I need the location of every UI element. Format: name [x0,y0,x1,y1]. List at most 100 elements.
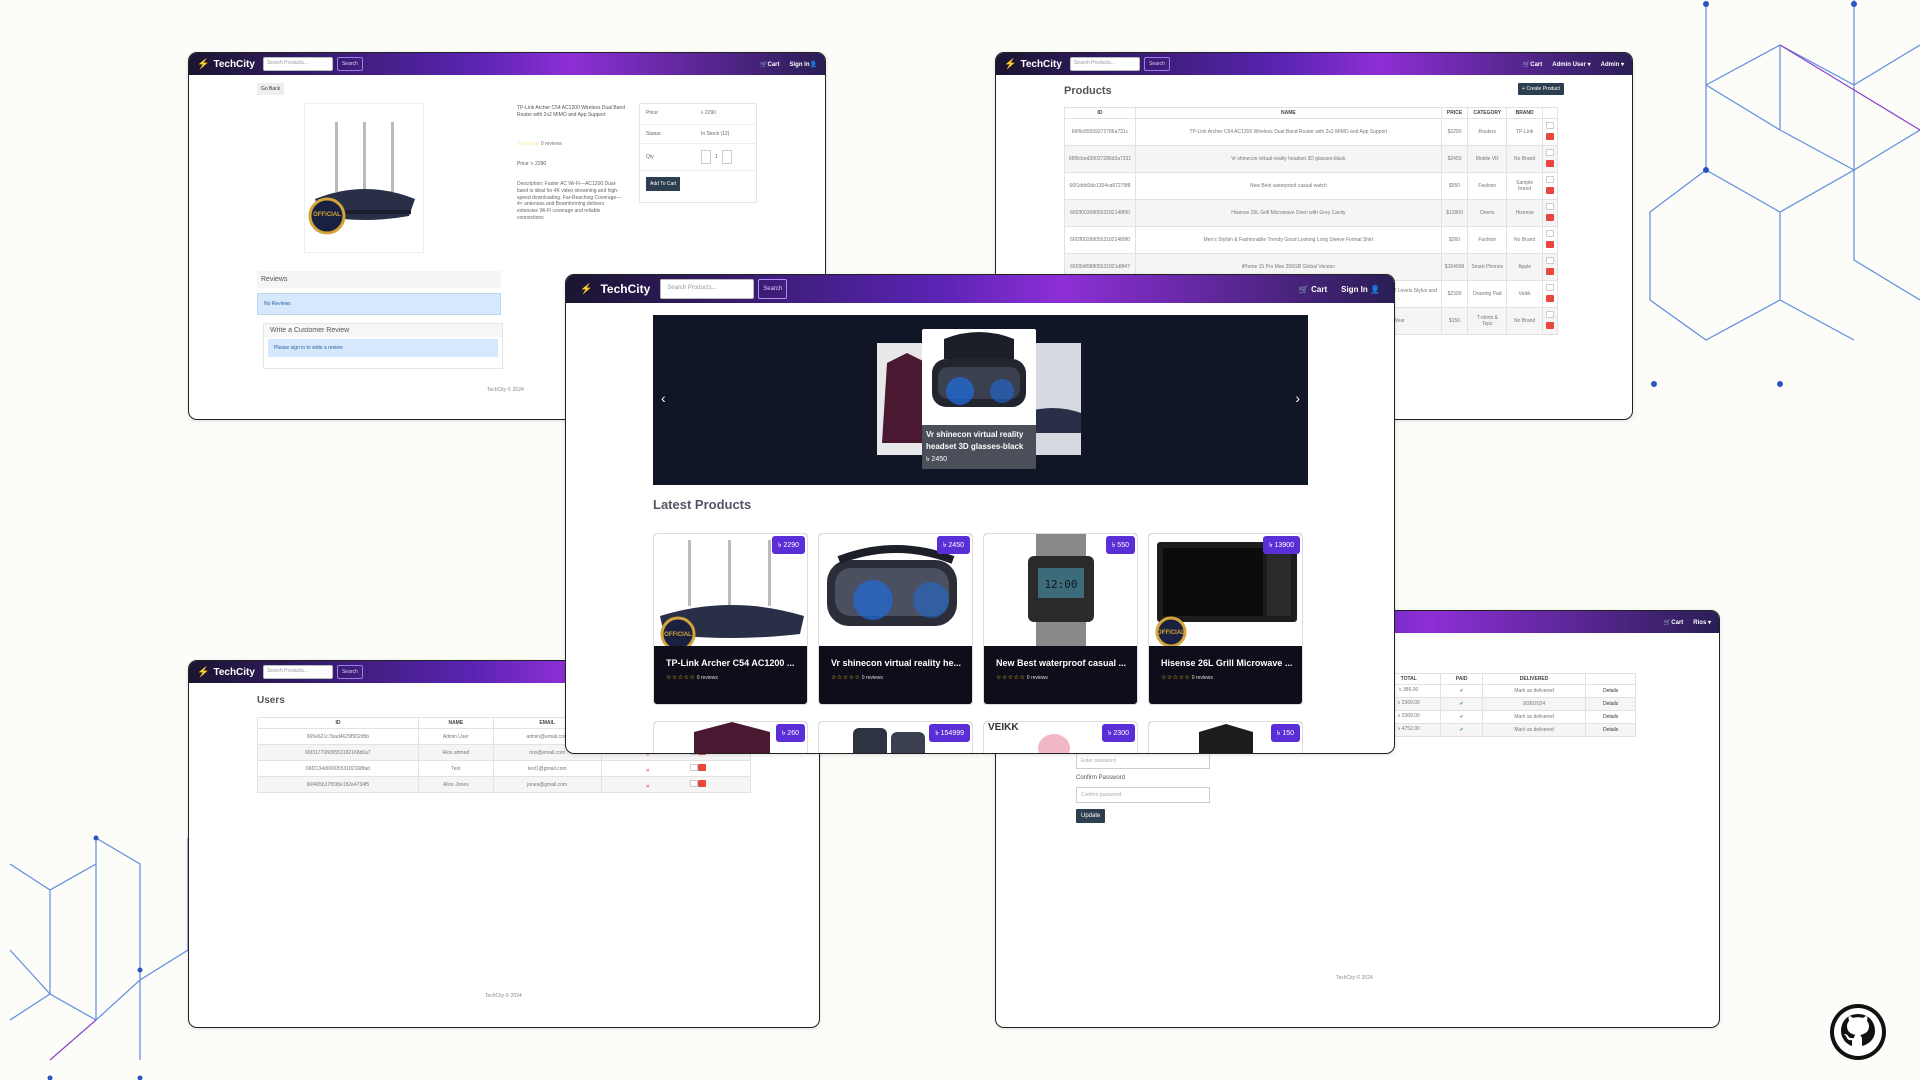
table-row: 66f2f003080553182148f90 Hisense 26L Grill… [1064,199,1559,227]
search-button[interactable]: Search [1143,57,1170,71]
github-icon[interactable] [1828,1002,1888,1062]
chevron-right-icon: › [1295,390,1300,406]
details-button[interactable]: Details [1585,684,1636,698]
product-card[interactable]: VEIKK ৳ 2300 [983,721,1138,753]
product-description: Description: Faster AC Wi-Fi—AC1200 Dual… [517,181,622,221]
product-card[interactable]: 12:00 ৳ 550 New Best waterproof casual .… [983,533,1138,705]
admin-user-dropdown[interactable]: Admin User ▾ [1552,61,1590,68]
edit-icon[interactable] [689,764,698,771]
row-actions [1541,118,1559,146]
svg-text:OFFICIAL: OFFICIAL [1157,630,1185,636]
brand-name: TechCity [213,58,255,70]
search-input[interactable]: Search Products... [660,279,755,299]
edit-icon[interactable] [1545,284,1554,291]
carousel-prev-button[interactable]: ‹ [661,390,666,406]
cart-link[interactable]: 🛒 Cart [1299,285,1327,294]
carousel: ‹ › Vr shinecon virtual reality headset … [653,315,1308,485]
trash-icon[interactable] [1545,187,1554,194]
table-cell: Mark as delivered [1481,723,1587,737]
carousel-next-button[interactable]: › [1295,390,1300,406]
product-name[interactable]: New Best waterproof casual ... [996,658,1129,668]
search-input[interactable]: Search Products... [262,57,333,71]
cart-link[interactable]: 🛒Cart [1523,61,1543,68]
details-button[interactable]: Details [1585,697,1636,711]
cart-link[interactable]: 🛒Cart [1664,619,1684,626]
navbar: ⚡ TechCity Search Products... Search 🛒Car… [189,53,825,75]
user-icon: 👤 [1370,284,1380,294]
confirm-password-field[interactable]: Confirm password [1076,787,1210,803]
product-card[interactable]: ৳ 154999 [818,721,973,753]
trash-icon[interactable] [1545,295,1554,302]
cart-link[interactable]: 🛒Cart [760,61,780,68]
rios-dropdown[interactable]: Rios ▾ [1693,619,1711,626]
password-field[interactable]: Enter password [1076,753,1210,769]
latest-products-title: Latest Products [653,497,752,512]
trash-icon[interactable] [1545,214,1554,221]
price-badge: ৳ 550 [1105,536,1135,554]
trash-icon[interactable] [1545,268,1554,275]
trash-icon[interactable] [1545,322,1554,329]
search-button[interactable]: Search [336,665,363,679]
search-button[interactable]: Search [758,279,788,299]
column-header: BRAND [1506,107,1543,119]
users-title: Users [257,695,285,706]
product-card[interactable]: ৳ 2450 Vr shinecon virtual reality he...… [818,533,973,705]
brand[interactable]: ⚡ TechCity [197,59,255,70]
create-product-button[interactable]: + Create Product [1518,83,1564,95]
edit-icon[interactable] [689,780,698,787]
table-cell: 9/26/2024 [1481,697,1587,711]
trash-icon[interactable] [697,780,706,787]
product-name[interactable]: Hisense 26L Grill Microwave ... [1161,658,1294,668]
product-card[interactable]: OFFICIAL ৳ 13900 Hisense 26L Grill Micro… [1148,533,1303,705]
trash-icon[interactable] [1545,160,1554,167]
qty-stepper[interactable]: 1 [701,150,732,164]
table-cell: Vr shinecon virtual reality headset 3D g… [1134,145,1442,173]
cross-icon: ✕ [645,784,650,790]
product-name[interactable]: TP-Link Archer C54 AC1200 ... [666,658,799,668]
row-actions [1541,199,1559,227]
sign-in-link[interactable]: Sign In👤 [790,61,817,68]
table-cell: $2450 [1440,145,1469,173]
row-actions [1541,226,1559,254]
edit-icon[interactable] [1545,311,1554,318]
table-cell: No Brand [1506,145,1543,173]
product-card[interactable]: OFFICIAL ৳ 2290 TP-Link Archer C54 AC120… [653,533,808,705]
edit-icon[interactable] [1545,257,1554,264]
navbar: ⚡ TechCity Search Products... Search 🛒 Ca… [566,275,1394,303]
logo-icon: ⚡ [580,283,593,295]
table-cell: New Best waterproof casual watch [1134,172,1442,200]
table-cell: Fashion [1467,226,1508,254]
admin-dropdown[interactable]: Admin ▾ [1601,61,1624,68]
details-button[interactable]: Details [1585,723,1636,737]
plus-icon: + [1522,86,1525,92]
edit-icon[interactable] [1545,230,1554,237]
search-button[interactable]: Search [336,57,363,71]
edit-icon[interactable] [1545,203,1554,210]
carousel-active-slide[interactable]: Vr shinecon virtual reality headset 3D g… [922,329,1036,469]
table-cell: Veikk [1506,280,1543,308]
edit-icon[interactable] [1545,176,1554,183]
sign-in-link[interactable]: Sign In 👤 [1341,285,1380,294]
brand[interactable]: ⚡ TechCity [1004,59,1062,70]
brand[interactable]: ⚡ TechCity [197,667,255,678]
search-input[interactable]: Search Products... [1069,57,1140,71]
trash-icon[interactable] [1545,241,1554,248]
product-image: ৳ 2450 [819,534,972,646]
product-name[interactable]: Vr shinecon virtual reality he... [831,658,964,668]
brand-name: TechCity [213,666,255,678]
product-card[interactable]: ৳ 150 [1148,721,1303,753]
edit-icon[interactable] [1545,149,1554,156]
go-back-button[interactable]: Go Back [257,83,285,95]
product-rating: ☆☆☆☆☆ 0 reviews [996,675,1048,681]
add-to-cart-button[interactable]: Add To Cart [646,177,681,191]
product-image: OFFICIAL ৳ 2290 [654,534,807,652]
trash-icon[interactable] [697,764,706,771]
brand[interactable]: ⚡ TechCity [580,282,650,296]
details-button[interactable]: Details [1585,710,1636,724]
update-button[interactable]: Update [1076,809,1106,823]
search-input[interactable]: Search Products... [262,665,333,679]
trash-icon[interactable] [1545,133,1554,140]
logo-icon: ⚡ [197,58,210,70]
product-card[interactable]: ৳ 260 [653,721,808,753]
edit-icon[interactable] [1545,122,1554,129]
